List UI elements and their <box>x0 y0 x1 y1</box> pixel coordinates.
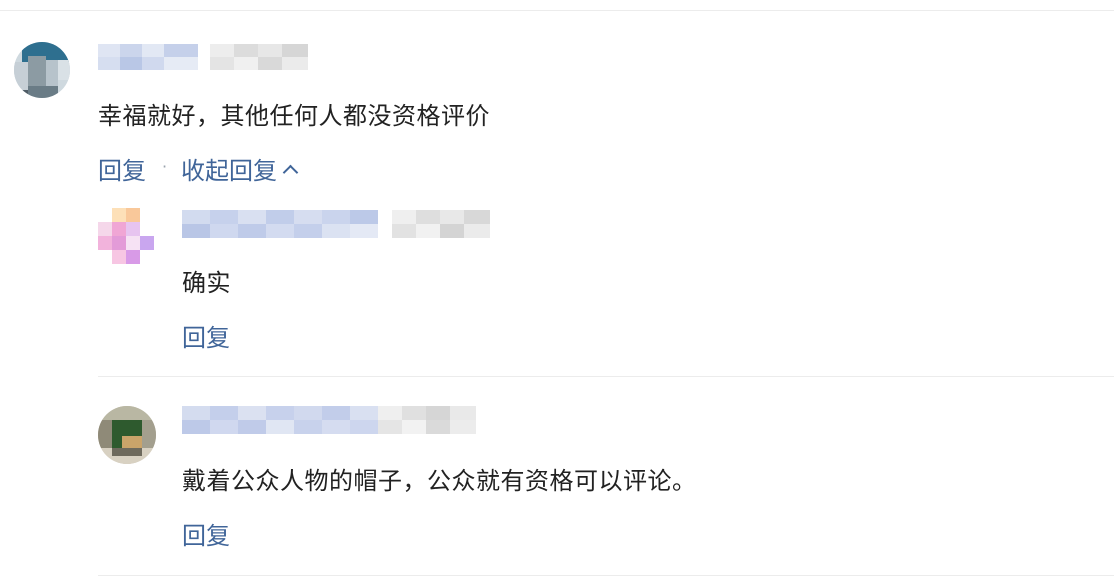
comment-text: 幸福就好，其他任何人都没资格评价 <box>98 102 490 130</box>
reply-button[interactable]: 回复 <box>98 151 146 186</box>
reply-text: 戴着公众人物的帽子，公众就有资格可以评论。 <box>182 467 697 495</box>
blurred-avatar-icon <box>14 42 70 98</box>
username-redacted <box>182 406 378 434</box>
username-redacted <box>98 44 198 70</box>
blurred-avatar-icon <box>98 406 156 464</box>
meta-redacted <box>378 406 476 434</box>
avatar[interactable] <box>14 42 70 98</box>
separator-dot: · <box>162 157 168 176</box>
meta-redacted <box>392 210 490 238</box>
comment-thread: 幸福就好，其他任何人都没资格评价 回复 · 收起回复 确实 回复 戴着公众人物的… <box>0 0 1114 582</box>
username-redacted <box>182 210 378 238</box>
reply-text: 确实 <box>182 269 231 297</box>
avatar[interactable] <box>98 208 154 264</box>
chevron-up-icon <box>282 164 299 181</box>
divider <box>0 10 1114 11</box>
blurred-avatar-icon <box>98 208 154 264</box>
divider <box>98 376 1114 377</box>
avatar[interactable] <box>98 406 156 464</box>
divider <box>98 575 1114 576</box>
reply-button[interactable]: 回复 <box>182 318 230 353</box>
meta-redacted <box>210 44 308 70</box>
collapse-replies-button[interactable]: 收起回复 <box>181 151 299 186</box>
collapse-replies-label: 收起回复 <box>181 157 277 185</box>
reply-button[interactable]: 回复 <box>182 516 230 551</box>
